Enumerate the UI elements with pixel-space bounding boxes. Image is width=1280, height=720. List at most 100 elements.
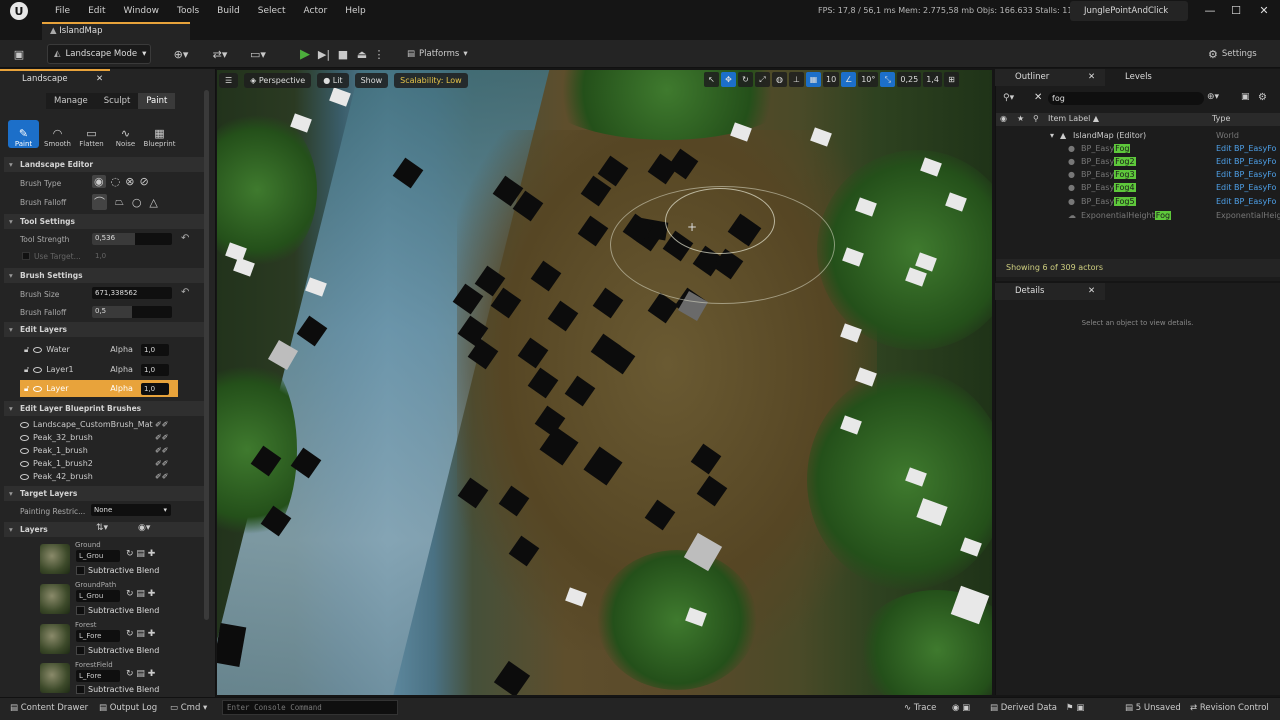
layer-info-dropdown[interactable]: L_Fore (76, 670, 120, 682)
scalability-warning[interactable]: Scalability: Low (394, 72, 468, 88)
section-edit-layers[interactable]: Edit Layers (4, 322, 204, 337)
reset-icon[interactable]: ↶ (181, 233, 189, 244)
unsaved-button[interactable]: ▤ 5 Unsaved (1125, 697, 1181, 720)
bp-brush-row[interactable]: Peak_32_brush ✐✐ (20, 433, 168, 442)
subtractive-blend[interactable]: Subtractive Blend (76, 685, 159, 694)
platforms-dropdown[interactable]: ▤ Platforms ▾ (407, 44, 468, 64)
layer-actions-icon[interactable]: ↻ ▤ ✚ (126, 669, 155, 679)
save-icon[interactable]: ▣ (10, 44, 28, 64)
view-icon[interactable]: ◉▾ (138, 523, 150, 533)
layer-actions-icon[interactable]: ↻ ▤ ✚ (126, 589, 155, 599)
alpha-input[interactable]: 1,0 (140, 343, 169, 356)
lock-icon[interactable]: 🔓︎ (24, 345, 29, 355)
tab-sculpt[interactable]: Sculpt (95, 93, 139, 109)
add-filter-icon[interactable]: ⊕▾ (1207, 92, 1219, 102)
layer-info-dropdown[interactable]: L_Grou (76, 590, 120, 602)
cmd-dropdown[interactable]: ▭ Cmd ▾ (170, 697, 207, 720)
menu-actor[interactable]: Actor (295, 0, 337, 22)
tool-blueprint[interactable]: ▦ Blueprint (144, 120, 176, 148)
edit-brush-icon[interactable]: ✐✐ (155, 433, 168, 442)
revision-control-button[interactable]: ⇄ Revision Control (1190, 697, 1269, 720)
outliner-row[interactable]: ● BP_EasyFog2 Edit BP_EasyFo (1000, 155, 1280, 168)
reset-icon[interactable]: ↶ (181, 287, 189, 298)
pin-icon[interactable]: ⚲ (1033, 114, 1039, 123)
section-bp-brushes[interactable]: Edit Layer Blueprint Brushes (4, 401, 204, 416)
bp-brush-row[interactable]: Peak_1_brush ✐✐ (20, 446, 168, 455)
eject-icon[interactable]: ⏏ (354, 44, 370, 64)
section-tool-settings[interactable]: Tool Settings (4, 214, 204, 229)
subtractive-blend[interactable]: Subtractive Blend (76, 566, 159, 575)
add-actor-icon[interactable]: ⊕▾ (170, 44, 192, 64)
grid-size-value[interactable]: 10 (823, 72, 840, 87)
console-input[interactable]: Enter Console Command (222, 700, 398, 715)
scrollbar[interactable] (204, 90, 209, 620)
trace-button[interactable]: ∿ Trace (904, 697, 936, 720)
tab-levels[interactable]: Levels (1105, 69, 1205, 86)
play-icon[interactable]: ▶ (297, 44, 313, 64)
subtractive-blend[interactable]: Subtractive Blend (76, 606, 159, 615)
section-target-layers[interactable]: Target Layers (4, 486, 204, 501)
brush-size-input[interactable]: 671,338562 (92, 287, 172, 299)
tab-outliner[interactable]: Outliner ✕ (995, 69, 1105, 86)
blueprint-icon[interactable]: ⇄▾ (207, 44, 233, 64)
checkbox[interactable] (76, 606, 85, 615)
close-icon[interactable]: ✕ (1088, 69, 1095, 86)
perspective-button[interactable]: ◈ Perspective (244, 72, 312, 88)
unreal-logo-icon[interactable]: U (10, 2, 28, 20)
menu-select[interactable]: Select (249, 0, 295, 22)
clear-search-icon[interactable]: ✕ (1034, 92, 1042, 103)
show-button[interactable]: Show (354, 72, 389, 88)
edit-blueprint-link[interactable]: Edit BP_EasyFo (1216, 142, 1276, 155)
outliner-row[interactable]: ☁ ExponentialHeightFog ExponentialHeig (1000, 209, 1280, 222)
edit-blueprint-link[interactable]: Edit BP_EasyFo (1216, 155, 1276, 168)
menu-help[interactable]: Help (336, 0, 375, 22)
cinematics-icon[interactable]: ▭▾ (245, 44, 271, 64)
edit-layer-row[interactable]: 🔓︎ Water Alpha 1,0 (20, 341, 178, 358)
eye-icon[interactable] (20, 447, 29, 454)
select-icon[interactable]: ↖ (704, 72, 719, 87)
brush-circle-icon[interactable]: ◉ (92, 175, 106, 188)
maximize-viewport-icon[interactable]: ⊞ (943, 72, 959, 87)
minimize-button[interactable]: — (1196, 0, 1224, 22)
camera-speed-value[interactable]: 1,4 (923, 72, 942, 87)
edit-layer-row-selected[interactable]: 🔓︎ Layer Alpha 1,0 (20, 380, 178, 397)
bp-brush-row[interactable]: Peak_1_brush2 ✐✐ (20, 459, 168, 468)
tab-manage[interactable]: Manage (46, 93, 96, 109)
menu-window[interactable]: Window (115, 0, 169, 22)
rotate-icon[interactable]: ↻ (738, 72, 753, 87)
tab-landscape[interactable]: Landscape ✕ (0, 69, 110, 86)
edit-brush-icon[interactable]: ✐✐ (155, 459, 168, 468)
menu-file[interactable]: File (46, 0, 79, 22)
content-drawer-button[interactable]: ▤ Content Drawer (10, 697, 88, 720)
checkbox[interactable] (76, 646, 85, 655)
eye-icon[interactable] (20, 421, 29, 428)
use-target-checkbox[interactable] (22, 252, 30, 260)
falloff-linear-icon[interactable]: ⏢ (115, 195, 124, 209)
tool-paint[interactable]: ✎ Paint (8, 120, 39, 148)
rotation-snap-value[interactable]: 10° (858, 72, 879, 87)
edit-blueprint-link[interactable]: Edit BP_EasyFo (1216, 195, 1276, 208)
eye-icon[interactable] (33, 366, 43, 373)
section-landscape-editor[interactable]: Landscape Editor (4, 157, 204, 172)
eye-icon[interactable] (33, 346, 43, 353)
translate-icon[interactable]: ✥ (721, 72, 736, 87)
close-icon[interactable]: ✕ (96, 71, 103, 88)
derived-data-button[interactable]: ▤ Derived Data (990, 697, 1057, 720)
rotation-snap-icon[interactable]: ∠ (841, 72, 857, 87)
outliner-row[interactable]: ● BP_EasyFog3 Edit BP_EasyFo (1000, 168, 1280, 181)
close-window-button[interactable]: ✕ (1250, 0, 1278, 22)
settings-button[interactable]: ⚙ Settings (1208, 44, 1257, 64)
brush-pattern-icon[interactable]: ⊗ (125, 175, 134, 188)
outliner-settings-icon[interactable]: ⚙ (1258, 92, 1267, 103)
lock-icon[interactable]: 🔓︎ (24, 384, 29, 394)
lit-button[interactable]: ● Lit (317, 72, 349, 88)
falloff-tip-icon[interactable]: △ (149, 196, 157, 209)
star-icon[interactable]: ★ (1017, 114, 1024, 123)
checkbox[interactable] (76, 566, 85, 575)
alpha-input[interactable]: 1,0 (140, 382, 169, 395)
edit-blueprint-link[interactable]: Edit BP_EasyFo (1216, 181, 1276, 194)
menu-tools[interactable]: Tools (168, 0, 208, 22)
surface-snap-icon[interactable]: ⊥ (789, 72, 804, 87)
falloff-spherical-icon[interactable]: ○ (132, 196, 142, 209)
item-label-header[interactable]: Item Label ▲ (1048, 114, 1099, 123)
